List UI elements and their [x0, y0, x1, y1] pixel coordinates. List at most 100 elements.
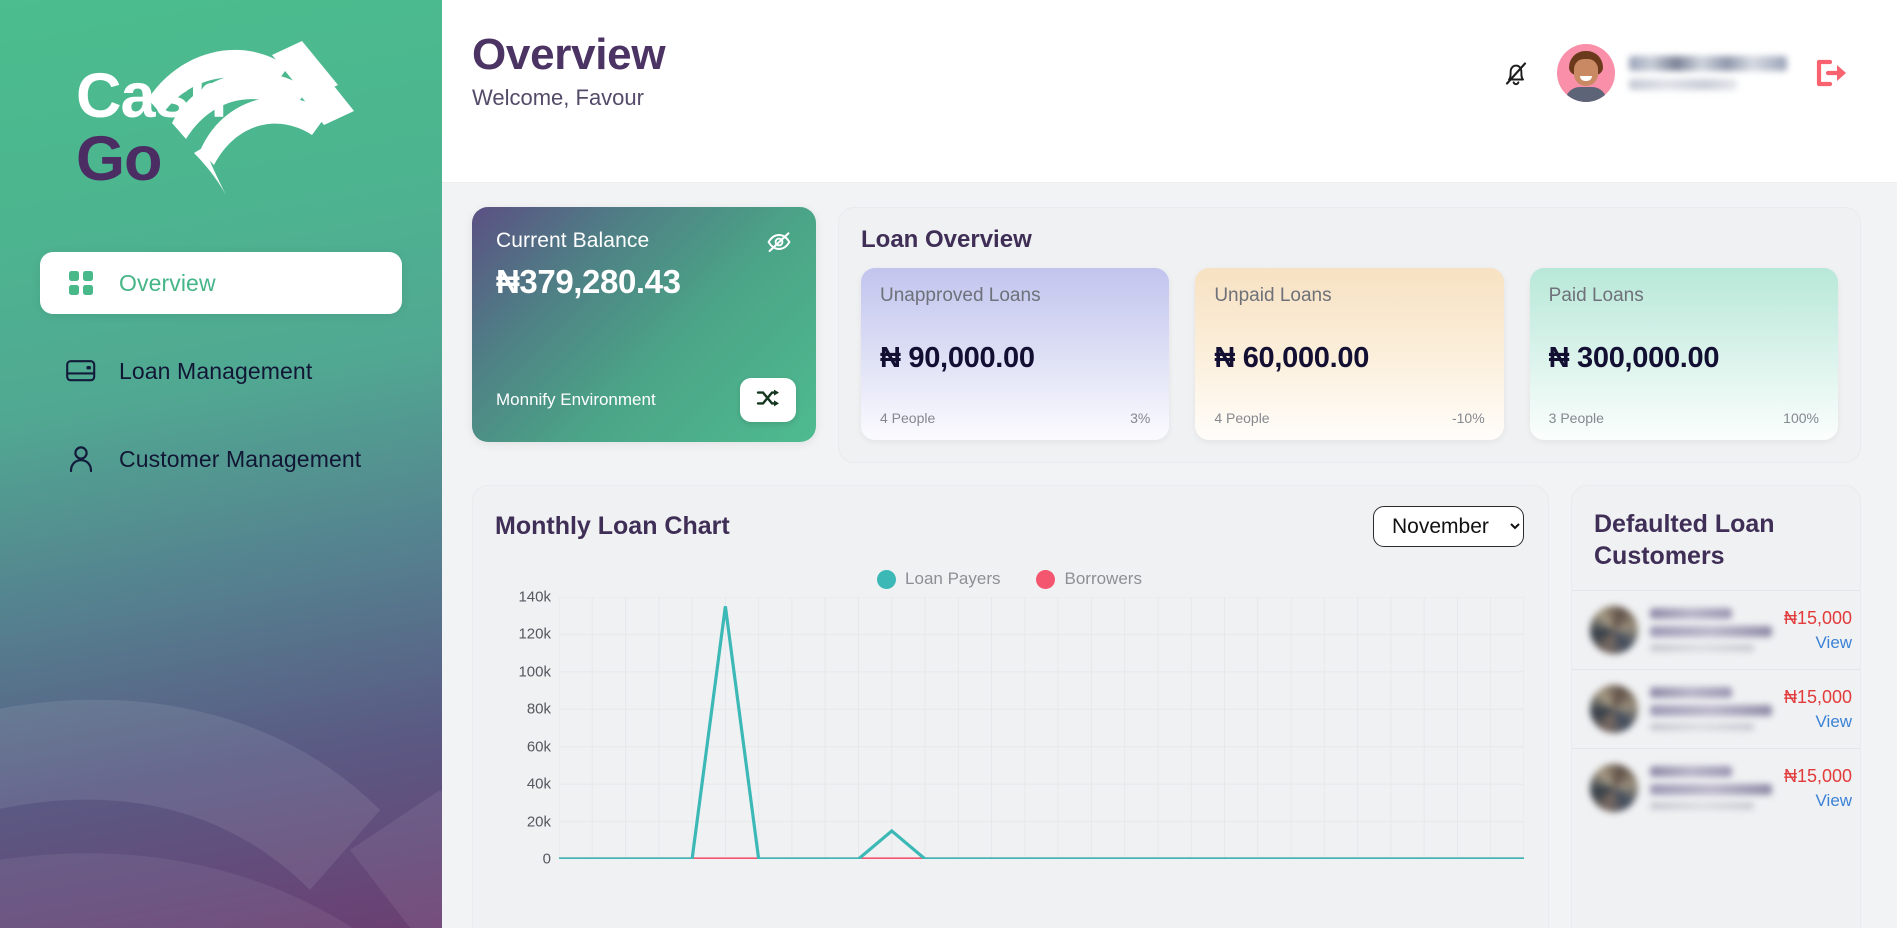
legend-label: Loan Payers	[905, 569, 1001, 588]
loan-card-paid[interactable]: Paid Loans ₦ 300,000.00 3 People 100%	[1529, 268, 1838, 440]
avatar	[1557, 44, 1615, 102]
loan-card-unpaid[interactable]: Unpaid Loans ₦ 60,000.00 4 People -10%	[1195, 268, 1504, 440]
current-balance-card: Current Balance ₦379,280.43 Monnify Envi…	[472, 207, 816, 442]
topbar: Overview Welcome, Favour	[442, 0, 1897, 183]
defaulted-customer-row[interactable]: ₦15,000 View	[1572, 590, 1860, 669]
summary-row: Current Balance ₦379,280.43 Monnify Envi…	[472, 207, 1861, 463]
defaulted-panel-title: Defaulted Loan Customers	[1594, 510, 1775, 570]
shuffle-icon	[756, 388, 780, 413]
legend-dot-loan-payers	[877, 569, 897, 589]
customer-name-redacted	[1650, 687, 1732, 698]
sidebar-item-label: Customer Management	[119, 445, 362, 472]
month-select[interactable]: JanuaryFebruaryMarchAprilMayJuneJulyAugu…	[1373, 506, 1524, 547]
topbar-actions	[1499, 30, 1853, 102]
y-tick-label: 0	[542, 850, 551, 868]
loan-card-amount: ₦ 90,000.00	[880, 342, 1035, 374]
customer-amount-group: ₦15,000 View	[1784, 766, 1852, 811]
app-root: CashGo Overview Loan Management Customer…	[0, 0, 1897, 928]
view-link[interactable]: View	[1816, 633, 1853, 653]
brand-logo: CashGo	[0, 0, 442, 210]
customer-info	[1650, 766, 1772, 810]
chart-title: Monthly Loan Chart	[495, 512, 730, 540]
chart-y-axis: 0 20k 40k 60k 80k 100k 120k 140k	[495, 589, 551, 868]
y-tick-label: 100k	[518, 663, 551, 681]
sidebar: CashGo Overview Loan Management Customer…	[0, 0, 442, 928]
balance-label: Current Balance	[496, 229, 650, 252]
legend-dot-borrowers	[1036, 569, 1056, 589]
loan-card-percent: -10%	[1451, 410, 1485, 426]
eye-off-icon[interactable]	[766, 229, 792, 255]
loan-card-percent: 3%	[1130, 410, 1151, 426]
defaulted-list: ₦15,000 View ₦15,000 View ₦15,000 View	[1572, 590, 1860, 827]
loan-card-amount: ₦ 300,000.00	[1548, 342, 1720, 374]
loan-overview-panel: Loan Overview Unapproved Loans ₦ 90,000.…	[838, 207, 1861, 463]
customer-info	[1650, 608, 1772, 652]
defaulted-customer-row[interactable]: ₦15,000 View	[1572, 748, 1860, 827]
chart-legend: Loan Payers Borrowers	[495, 569, 1524, 589]
customer-amount-group: ₦15,000 View	[1784, 687, 1852, 732]
defaulted-amount: ₦15,000	[1784, 686, 1853, 707]
customer-detail-redacted	[1650, 723, 1754, 731]
welcome-text: Welcome, Favour	[472, 85, 644, 111]
customer-avatar	[1590, 764, 1638, 812]
loan-card-name: Paid Loans	[1548, 285, 1644, 306]
loan-card-amount: ₦ 60,000.00	[1214, 342, 1370, 374]
loan-card-people: 4 People	[880, 410, 936, 426]
shuffle-environment-button[interactable]	[740, 378, 796, 422]
customer-amount-group: ₦15,000 View	[1784, 608, 1852, 653]
y-tick-label: 20k	[526, 813, 551, 831]
customer-avatar	[1590, 606, 1638, 654]
user-meta	[1629, 56, 1787, 90]
defaulted-customer-row[interactable]: ₦15,000 View	[1572, 669, 1860, 748]
y-tick-label: 60k	[526, 738, 551, 756]
customer-email-redacted	[1650, 626, 1772, 637]
loan-overview-title: Loan Overview	[861, 226, 1032, 253]
sidebar-item-loan-management[interactable]: Loan Management	[40, 340, 402, 402]
sidebar-item-label: Overview	[119, 269, 216, 296]
chart-row: Monthly Loan Chart JanuaryFebruaryMarchA…	[472, 485, 1861, 928]
customer-name-redacted	[1650, 608, 1732, 619]
defaulted-amount: ₦15,000	[1784, 607, 1853, 628]
defaulted-amount: ₦15,000	[1784, 765, 1853, 786]
loan-card-percent: 100%	[1783, 410, 1819, 426]
user-name-redacted	[1629, 56, 1787, 71]
loan-card-people: 4 People	[1214, 410, 1270, 426]
loan-card-name: Unapproved Loans	[880, 285, 1041, 306]
loan-card-unapproved[interactable]: Unapproved Loans ₦ 90,000.00 4 People 3%	[861, 268, 1170, 440]
customer-avatar	[1590, 685, 1638, 733]
user-icon	[66, 444, 96, 474]
loan-card-name: Unpaid Loans	[1214, 285, 1332, 306]
dashboard-content: Current Balance ₦379,280.43 Monnify Envi…	[442, 183, 1897, 928]
legend-item-loan-payers: Loan Payers	[877, 569, 1000, 589]
sidebar-nav: Overview Loan Management Customer Manage…	[0, 252, 442, 490]
customer-email-redacted	[1650, 705, 1772, 716]
grid-icon	[66, 268, 96, 298]
customer-name-redacted	[1650, 766, 1732, 777]
view-link[interactable]: View	[1816, 712, 1853, 732]
bell-off-icon[interactable]	[1499, 56, 1533, 90]
page-title: Overview	[472, 30, 666, 79]
page-heading-group: Overview Welcome, Favour	[472, 30, 666, 111]
customer-email-redacted	[1650, 784, 1772, 795]
sidebar-item-label: Loan Management	[119, 357, 313, 384]
legend-label: Borrowers	[1064, 569, 1142, 588]
chart-canvas	[558, 596, 1525, 859]
defaulted-loan-customers-panel: Defaulted Loan Customers ₦15,000 View ₦15,…	[1571, 485, 1861, 928]
y-tick-label: 120k	[518, 625, 551, 643]
loan-card-people: 3 People	[1548, 410, 1604, 426]
logo-text-go: Go	[76, 124, 162, 194]
sidebar-item-customer-management[interactable]: Customer Management	[40, 428, 402, 490]
y-tick-label: 140k	[518, 588, 551, 606]
sidebar-item-overview[interactable]: Overview	[40, 252, 402, 314]
customer-detail-redacted	[1650, 644, 1754, 652]
balance-amount: ₦379,280.43	[496, 263, 681, 300]
environment-label: Monnify Environment	[496, 390, 656, 409]
logo-wordmark: CashGo	[76, 65, 366, 191]
main-area: Overview Welcome, Favour Current Balance…	[442, 0, 1897, 928]
view-link[interactable]: View	[1816, 791, 1853, 811]
logout-icon[interactable]	[1811, 55, 1853, 91]
user-role-redacted	[1629, 79, 1737, 90]
chart-plot-area: 0 20k 40k 60k 80k 100k 120k 140k	[495, 589, 1525, 897]
customer-detail-redacted	[1650, 802, 1754, 810]
user-chip[interactable]	[1557, 44, 1787, 102]
